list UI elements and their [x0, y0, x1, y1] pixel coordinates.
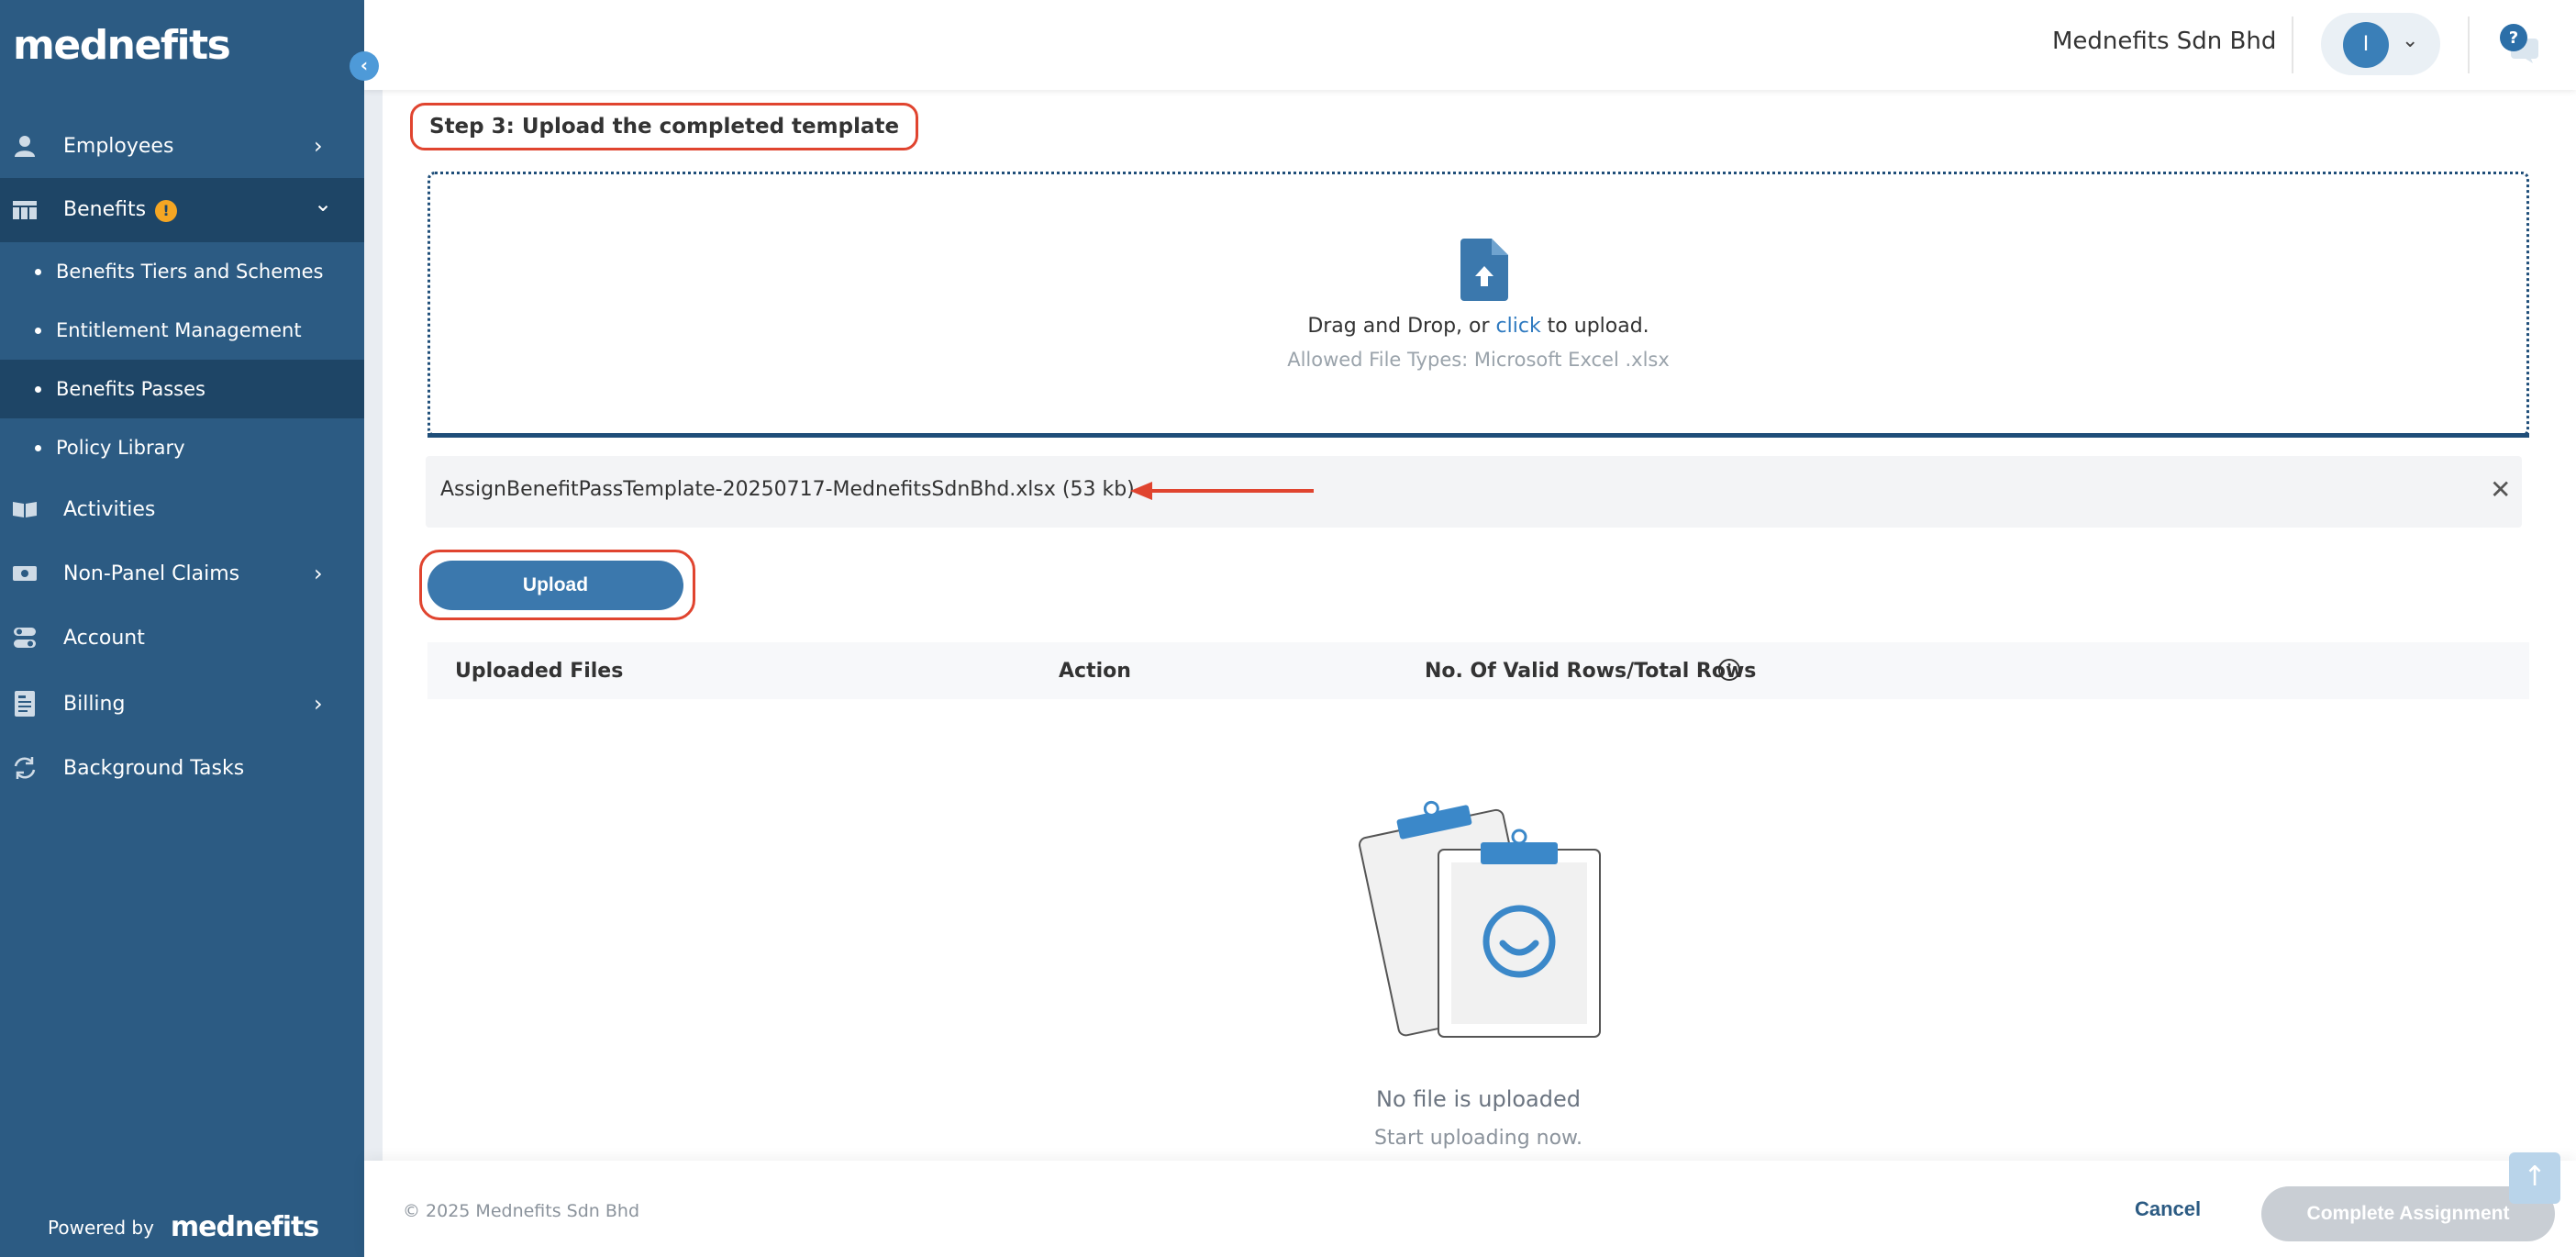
- chevron-right-icon: ›: [314, 133, 323, 159]
- help-chat-icon[interactable]: ?: [2498, 22, 2540, 64]
- sidebar-item-label: Benefits!: [63, 198, 178, 222]
- step-title: Step 3: Upload the completed template: [410, 103, 919, 150]
- empty-clipboard-icon: [1359, 800, 1601, 1038]
- sidebar-subitem-label: Policy Library: [56, 437, 185, 459]
- book-icon: [11, 495, 39, 523]
- person-icon: [11, 132, 39, 160]
- bullet-icon: [35, 327, 41, 334]
- warning-badge-icon: !: [155, 200, 178, 222]
- chevron-right-icon: ›: [314, 561, 323, 586]
- selected-file-name: AssignBenefitPassTemplate-20250717-Medne…: [440, 478, 1135, 501]
- file-dropzone[interactable]: Drag and Drop, or click to upload. Allow…: [427, 172, 2529, 437]
- bullet-icon: [35, 385, 41, 393]
- sidebar-item-label: Account: [63, 626, 145, 650]
- allowed-file-types: Allowed File Types: Microsoft Excel .xls…: [1287, 349, 1670, 371]
- sidebar-item-label: Employees: [63, 134, 174, 158]
- mednefits-small-logo: mednefits: [170, 1211, 319, 1243]
- cancel-button[interactable]: Cancel: [2135, 1197, 2201, 1221]
- sidebar-item-label: Background Tasks: [63, 756, 245, 780]
- column-header: Uploaded Files: [455, 660, 624, 683]
- sidebar-subitem-entitlement-management[interactable]: Entitlement Management: [0, 301, 364, 360]
- footer: © 2025 Mednefits Sdn Bhd Cancel Complete…: [364, 1161, 2576, 1257]
- selected-file-row: AssignBenefitPassTemplate-20250717-Medne…: [426, 456, 2522, 528]
- bullet-icon: [35, 268, 41, 275]
- collapse-sidebar-button[interactable]: ‹: [350, 51, 379, 81]
- toggles-icon: [11, 624, 39, 651]
- info-icon[interactable]: [1716, 657, 1742, 683]
- copyright-text: © 2025 Mednefits Sdn Bhd: [403, 1201, 640, 1221]
- dropzone-underline: [427, 433, 2529, 438]
- chevron-down-icon: ⌄: [314, 191, 333, 217]
- sync-icon: [11, 754, 39, 782]
- chevron-down-icon: ⌄: [2402, 29, 2419, 52]
- sidebar-item-label: Non-Panel Claims: [63, 562, 240, 585]
- sidebar-subitem-policy-library[interactable]: Policy Library: [0, 418, 364, 477]
- company-name: Mednefits Sdn Bhd: [2052, 28, 2277, 55]
- user-menu[interactable]: I ⌄: [2321, 13, 2440, 75]
- sidebar-item-background-tasks[interactable]: Background Tasks: [0, 736, 364, 800]
- sidebar-item-benefits[interactable]: Benefits! ⌄: [0, 178, 364, 242]
- sidebar-subitem-label: Benefits Passes: [56, 378, 205, 400]
- sidebar-item-billing[interactable]: Billing ›: [0, 672, 364, 736]
- table-icon: [11, 196, 39, 224]
- sidebar-item-employees[interactable]: Employees ›: [0, 114, 364, 178]
- uploaded-files-table-header: Uploaded Files Action No. Of Valid Rows/…: [427, 642, 2529, 699]
- powered-by: Powered by mednefits: [48, 1211, 319, 1243]
- sidebar-item-label: Activities: [63, 497, 156, 521]
- file-upload-icon: [1460, 239, 1508, 301]
- column-header: No. Of Valid Rows/Total Rows: [1425, 660, 1757, 683]
- svg-text:?: ?: [2509, 28, 2518, 48]
- remove-file-icon[interactable]: ✕: [2490, 474, 2511, 505]
- sidebar-subitem-label: Benefits Tiers and Schemes: [56, 261, 324, 283]
- sidebar-subitem-label: Entitlement Management: [56, 319, 302, 341]
- empty-state-subtitle: Start uploading now.: [1373, 1127, 1583, 1150]
- avatar: I: [2343, 22, 2389, 68]
- annotation-highlight: [419, 550, 695, 620]
- top-header: Mednefits Sdn Bhd I ⌄ ?: [364, 0, 2576, 90]
- sidebar-item-non-panel-claims[interactable]: Non-Panel Claims ›: [0, 541, 364, 606]
- invoice-icon: [11, 690, 39, 717]
- empty-state-title: No file is uploaded: [1376, 1086, 1581, 1112]
- sidebar-subitem-benefits-tiers[interactable]: Benefits Tiers and Schemes: [0, 242, 364, 301]
- scroll-to-top-button[interactable]: ↑: [2509, 1152, 2560, 1204]
- header-divider: [2468, 17, 2470, 73]
- mednefits-logo[interactable]: mednefits: [13, 22, 231, 69]
- sidebar: mednefits Employees › Benefits! ⌄ Benefi…: [0, 0, 364, 1257]
- sidebar-subitem-benefits-passes[interactable]: Benefits Passes: [0, 360, 364, 418]
- sidebar-item-account[interactable]: Account: [0, 606, 364, 670]
- header-divider: [2292, 17, 2293, 73]
- sidebar-item-label: Billing: [63, 692, 126, 716]
- click-to-upload-link[interactable]: click: [1496, 315, 1541, 338]
- sidebar-item-activities[interactable]: Activities: [0, 477, 364, 541]
- annotation-arrow-icon: [1130, 482, 1314, 500]
- dropzone-instruction: Drag and Drop, or click to upload.: [1307, 315, 1649, 338]
- chevron-right-icon: ›: [314, 691, 323, 717]
- cash-icon: [11, 560, 39, 587]
- column-header: Action: [1059, 660, 1131, 683]
- bullet-icon: [35, 444, 41, 451]
